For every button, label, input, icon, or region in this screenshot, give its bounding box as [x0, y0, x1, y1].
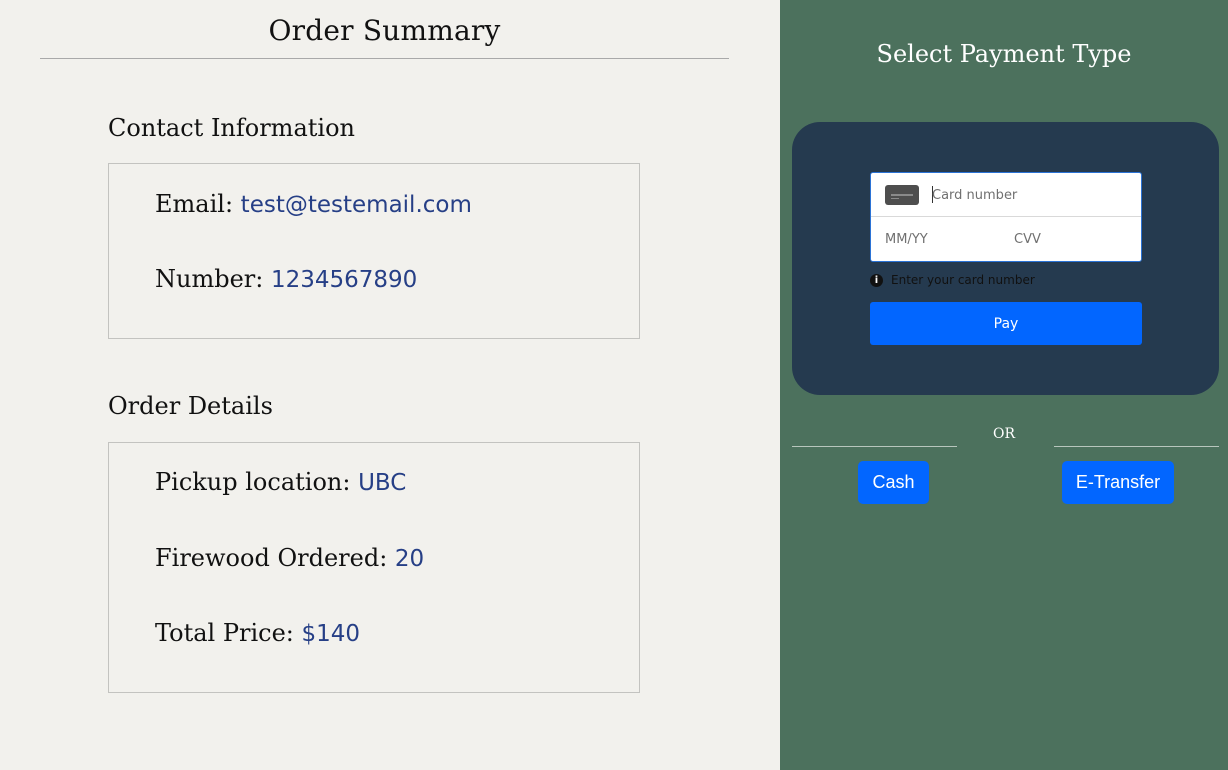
or-separator-label: OR — [992, 426, 1016, 442]
payment-pane: Select Payment Type i Enter your card nu… — [780, 0, 1228, 770]
price-row: Total Price: $140 — [155, 619, 360, 647]
pickup-label: Pickup location: — [155, 468, 351, 496]
number-row: Number: 1234567890 — [155, 265, 417, 293]
or-divider-right — [1054, 446, 1219, 447]
firewood-label: Firewood Ordered: — [155, 544, 388, 572]
contact-panel: Email: test@testemail.com Number: 123456… — [108, 163, 640, 339]
etransfer-button[interactable]: E-Transfer — [1062, 461, 1174, 504]
number-label: Number: — [155, 265, 264, 293]
info-icon: i — [870, 274, 883, 287]
payment-title: Select Payment Type — [876, 40, 1132, 68]
card-form — [870, 172, 1142, 262]
email-value: test@testemail.com — [240, 192, 472, 218]
or-divider-left — [792, 446, 957, 447]
card-icon-stripe — [891, 194, 913, 196]
page-title: Order Summary — [268, 14, 501, 47]
firewood-row: Firewood Ordered: 20 — [155, 544, 424, 572]
price-label: Total Price: — [155, 619, 294, 647]
number-value: 1234567890 — [270, 267, 418, 293]
pickup-value: UBC — [358, 470, 407, 496]
order-details-panel: Pickup location: UBC Firewood Ordered: 2… — [108, 442, 640, 693]
price-value: $140 — [301, 621, 361, 647]
title-divider — [40, 58, 729, 59]
credit-card-icon — [885, 185, 919, 205]
cash-button[interactable]: Cash — [858, 461, 929, 504]
email-label: Email: — [155, 190, 234, 218]
cvv-input[interactable] — [1014, 229, 1124, 249]
card-number-input[interactable] — [932, 185, 1132, 205]
order-details-heading: Order Details — [108, 392, 273, 420]
card-number-row — [871, 173, 1141, 217]
firewood-value: 20 — [394, 546, 425, 572]
card-hint-text: Enter your card number — [891, 273, 1035, 287]
card-icon-stripe-short — [891, 198, 899, 199]
email-row: Email: test@testemail.com — [155, 190, 472, 218]
order-summary-pane: Order Summary Contact Information Email:… — [0, 0, 780, 770]
pickup-row: Pickup location: UBC — [155, 468, 406, 496]
contact-heading: Contact Information — [108, 114, 355, 142]
pay-button[interactable]: Pay — [870, 302, 1142, 345]
card-payment-widget: i Enter your card number Pay — [792, 122, 1219, 395]
expiry-input[interactable] — [885, 229, 995, 249]
